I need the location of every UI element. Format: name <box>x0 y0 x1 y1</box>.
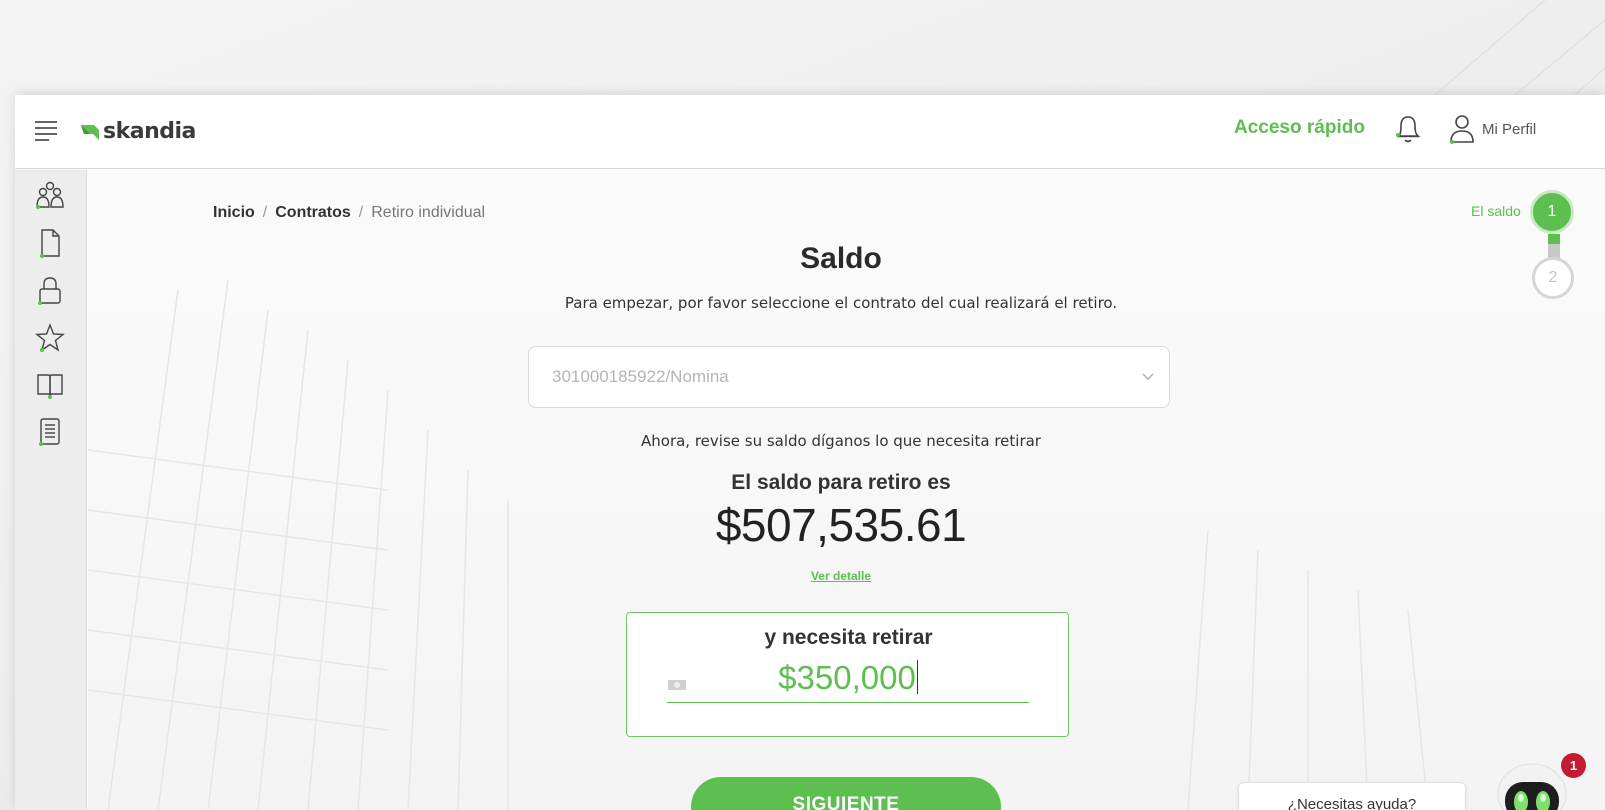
help-bubble[interactable]: ¿Necesitas ayuda? <box>1238 782 1466 810</box>
bell-icon[interactable] <box>1393 112 1423 146</box>
breadcrumb-contracts[interactable]: Contratos <box>275 204 351 221</box>
breadcrumb-separator: / <box>262 204 268 221</box>
background-lines <box>1434 0 1605 95</box>
user-icon <box>1450 115 1474 144</box>
breadcrumb-home[interactable]: Inicio <box>213 204 255 221</box>
notebook-icon[interactable] <box>35 416 65 448</box>
people-icon[interactable] <box>35 180 65 212</box>
withdraw-amount-value: $350,000 <box>778 659 918 696</box>
profile-label: Mi Perfil <box>1482 120 1537 138</box>
document-icon[interactable] <box>35 227 65 259</box>
instruction-text: Ahora, revise su saldo díganos lo que ne… <box>641 432 1041 450</box>
balance-amount: $507,535.61 <box>715 499 967 551</box>
notification-badge: 1 <box>1561 753 1586 778</box>
star-icon[interactable] <box>35 322 65 354</box>
contract-select-value: 301000185922/Nomina <box>552 367 729 386</box>
withdraw-amount-card: y necesita retirar $350,000 <box>626 612 1069 737</box>
main-content: Inicio / Contratos / Retiro individual El sa… <box>88 170 1605 810</box>
app-window: skandia Acceso rápido Mi Perfil Inicio /… <box>15 95 1605 810</box>
withdraw-label: y necesita retirar <box>764 626 933 649</box>
profile-menu[interactable]: Mi Perfil <box>1448 112 1536 146</box>
page-subtitle: Para empezar, por favor seleccione el co… <box>564 294 1118 312</box>
view-detail-link[interactable]: Ver detalle <box>88 569 1594 583</box>
text-caret <box>916 660 918 694</box>
breadcrumb: Inicio / Contratos / Retiro individual <box>213 204 485 222</box>
contract-select[interactable]: 301000185922/Nomina <box>528 346 1170 408</box>
top-bar: skandia Acceso rápido Mi Perfil <box>15 95 1605 169</box>
breadcrumb-separator: / <box>358 204 364 221</box>
sidebar <box>15 170 87 810</box>
balance-label: El saldo para retiro es <box>731 471 951 494</box>
lock-icon[interactable] <box>35 275 65 307</box>
book-icon[interactable] <box>35 369 65 401</box>
menu-icon[interactable] <box>35 121 59 141</box>
next-button[interactable]: SIGUIENTE <box>691 777 1001 810</box>
chevron-down-icon <box>1142 373 1154 380</box>
logo-arrow-icon <box>81 125 99 140</box>
step-1-indicator: 1 <box>1530 190 1574 234</box>
chatbot-avatar-icon[interactable] <box>1493 760 1571 810</box>
logo[interactable]: skandia <box>81 116 196 146</box>
breadcrumb-current: Retiro individual <box>371 204 486 221</box>
step-active-label: El saldo <box>1471 203 1521 219</box>
quick-access-link[interactable]: Acceso rápido <box>1234 117 1365 139</box>
logo-text: skandia <box>103 118 196 144</box>
page-title: Saldo <box>800 242 882 275</box>
withdraw-amount-input[interactable]: $350,000 <box>667 657 1029 703</box>
